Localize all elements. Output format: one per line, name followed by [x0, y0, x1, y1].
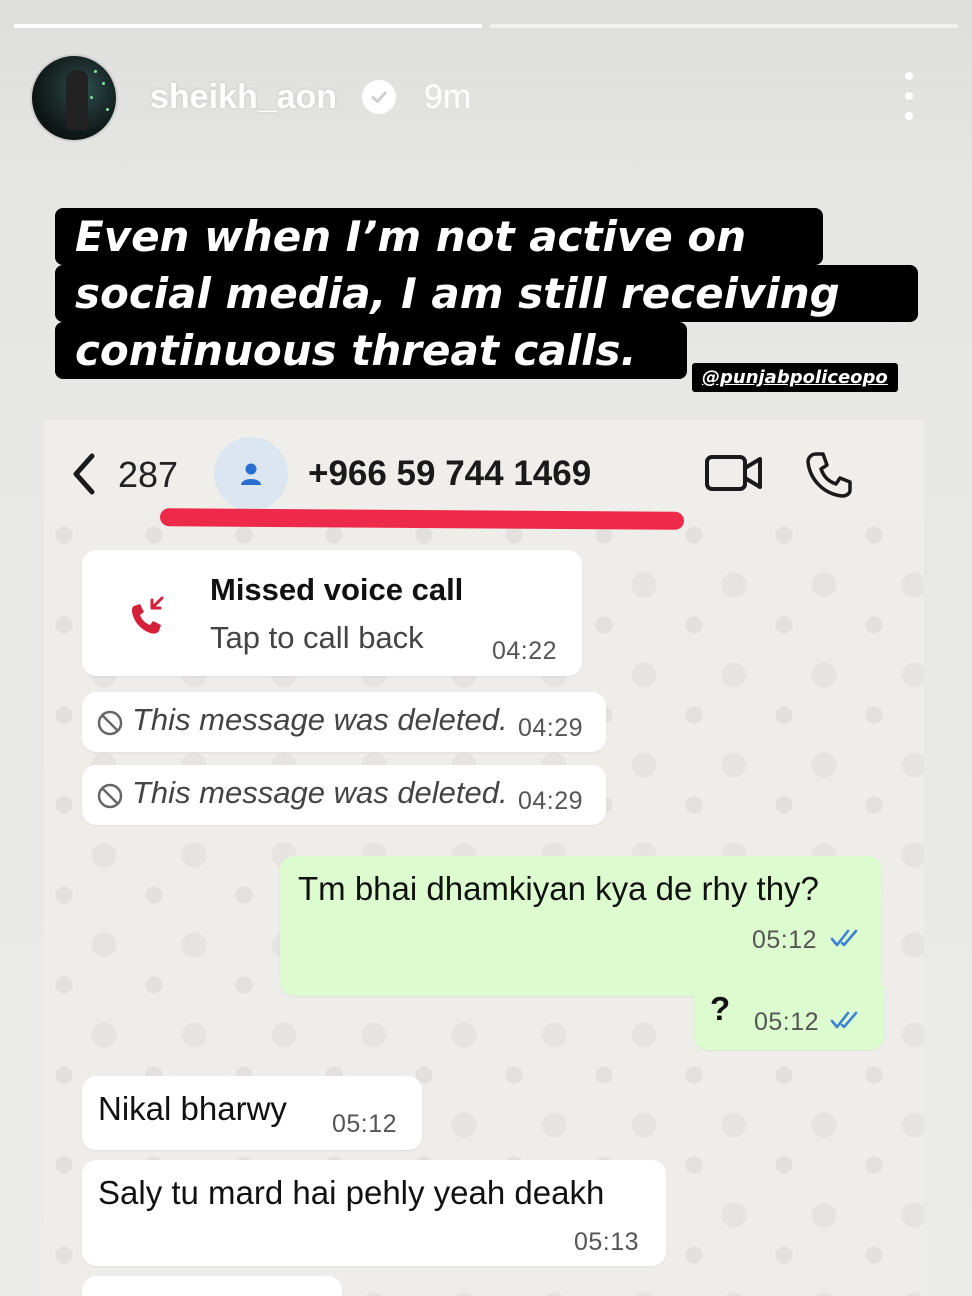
- story-progress-segment-2: [490, 24, 958, 28]
- message-text: Saly tu mard hai pehly yeah deakh: [98, 1174, 605, 1211]
- contact-number[interactable]: +966 59 744 1469: [308, 454, 591, 494]
- missed-call-title: Missed voice call: [210, 572, 464, 607]
- double-check-icon: [830, 1011, 858, 1029]
- message-time: 05:13: [574, 1228, 640, 1256]
- story-view: sheikh_aon 9m Even when I’m not active o…: [0, 0, 972, 1296]
- phone-call-icon[interactable]: [804, 450, 854, 500]
- contact-avatar[interactable]: [214, 437, 288, 511]
- deleted-message[interactable]: This message was deleted. 04:29: [82, 692, 606, 752]
- story-time-ago: 9m: [424, 78, 472, 116]
- message-time: 05:12: [752, 926, 818, 954]
- video-call-icon[interactable]: [704, 452, 764, 494]
- incoming-message-partial[interactable]: [82, 1276, 342, 1296]
- mention-sticker[interactable]: @punjabpoliceopo: [692, 363, 898, 392]
- deleted-message-text: This message was deleted.: [132, 702, 508, 737]
- annotation-underline: [159, 508, 685, 530]
- story-progress-segment-1: [14, 24, 482, 28]
- profile-avatar[interactable]: [30, 54, 118, 142]
- outgoing-message[interactable]: Tm bhai dhamkiyan kya de rhy thy? 05:12: [280, 856, 882, 996]
- verified-badge-icon: [362, 80, 396, 114]
- chat-header: 287 +966 59 744 1469: [44, 420, 924, 520]
- message-time: 05:12: [332, 1110, 398, 1138]
- story-caption: Even when I’m not active on social media…: [55, 208, 918, 379]
- deleted-message[interactable]: This message was deleted. 04:29: [82, 765, 606, 825]
- caption-line-3: continuous threat calls.: [55, 322, 687, 379]
- double-check-icon: [830, 929, 858, 947]
- deleted-message-icon: [97, 710, 123, 736]
- caption-line-1: Even when I’m not active on: [55, 208, 823, 265]
- message-time: 04:22: [492, 637, 558, 665]
- unread-count[interactable]: 287: [118, 454, 178, 496]
- missed-call-subtitle[interactable]: Tap to call back: [210, 620, 424, 656]
- message-time: 04:29: [518, 714, 584, 742]
- message-text: Tm bhai dhamkiyan kya de rhy thy?: [298, 870, 819, 907]
- deleted-message-icon: [97, 783, 123, 809]
- back-chevron-icon[interactable]: [70, 452, 100, 496]
- missed-call-card[interactable]: Missed voice call Tap to call back 04:22: [82, 550, 582, 676]
- more-options-icon[interactable]: [898, 72, 920, 120]
- deleted-message-text: This message was deleted.: [132, 775, 508, 810]
- incoming-message[interactable]: Nikal bharwy 05:12: [82, 1076, 422, 1150]
- outgoing-message[interactable]: ? 05:12: [694, 978, 884, 1050]
- contact-person-icon: [241, 463, 261, 485]
- message-text: Nikal bharwy: [98, 1090, 287, 1127]
- story-progress: [14, 24, 958, 28]
- incoming-message[interactable]: Saly tu mard hai pehly yeah deakh 05:13: [82, 1160, 666, 1266]
- missed-call-icon: [132, 596, 164, 634]
- story-username[interactable]: sheikh_aon: [150, 78, 337, 117]
- chat-screenshot: 287 +966 59 744 1469 Missed voice call T…: [44, 420, 924, 1296]
- message-time: 04:29: [518, 787, 584, 815]
- message-text: ?: [710, 990, 731, 1027]
- message-time: 05:12: [754, 1008, 820, 1036]
- caption-line-2: social media, I am still receiving: [55, 265, 918, 322]
